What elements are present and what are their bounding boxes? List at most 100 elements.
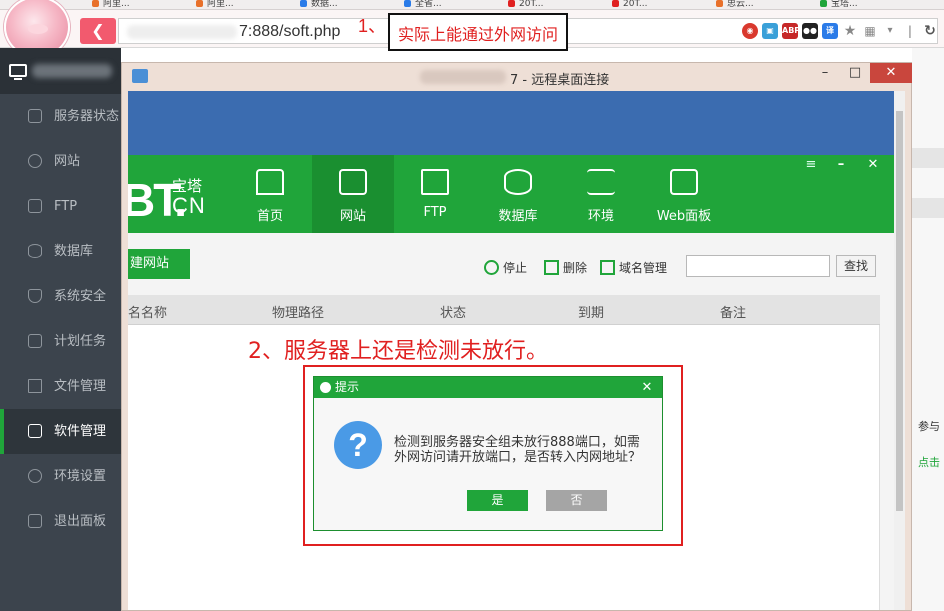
edit-icon: [600, 260, 615, 275]
sidebar-item-label: 环境设置: [54, 469, 107, 484]
site-table-header: 名名称 物理路径 状态 到期 备注: [128, 295, 880, 325]
sidebar-item-website[interactable]: 网站: [0, 139, 121, 184]
url-text: 7:888/soft.php: [239, 23, 341, 40]
browser-address-row: ❮ 7:888/soft.php 1、 实际上能通过外网访问 ◉ ▣ ABP ●…: [0, 0, 944, 58]
globe-icon: [28, 154, 42, 168]
database-icon: [504, 169, 532, 195]
sidebar-item-software[interactable]: 软件管理: [0, 409, 121, 454]
column-header[interactable]: 备注: [720, 302, 746, 321]
browser-tab[interactable]: 20T...: [508, 0, 604, 9]
background-page-edge: 参与 点击: [912, 48, 944, 611]
browser-tab[interactable]: 数据...: [300, 0, 396, 9]
scroll-thumb[interactable]: [896, 111, 903, 511]
home-icon: [28, 109, 42, 123]
sidebar-header: [0, 48, 121, 94]
website-icon: [339, 169, 367, 195]
folder-icon: [421, 169, 449, 195]
nav-database[interactable]: 数据库: [477, 155, 559, 233]
sidebar-item-database[interactable]: 数据库: [0, 229, 121, 274]
sidebar-item-server-status[interactable]: 服务器状态: [0, 94, 121, 139]
nav-website[interactable]: 网站: [312, 155, 394, 233]
yes-button[interactable]: 是: [467, 490, 528, 511]
screenshot-root: 阿里... 阿里... 数据... 全省... 20T... 20T... 思云…: [0, 0, 944, 611]
delete-button[interactable]: 删除: [544, 259, 587, 276]
new-site-button[interactable]: 建网站: [128, 249, 190, 279]
sidebar-item-label: 系统安全: [54, 289, 107, 304]
remote-desktop-background: [128, 91, 894, 155]
browser-tab[interactable]: 全省...: [404, 0, 500, 9]
menu-icon[interactable]: ≡: [798, 155, 824, 175]
nav-home[interactable]: 首页: [229, 155, 311, 233]
browser-tab[interactable]: 思云...: [716, 0, 812, 9]
glasses-icon[interactable]: ●●: [802, 23, 818, 39]
nav-ftp[interactable]: FTP: [394, 155, 476, 233]
domain-manage-button[interactable]: 域名管理: [600, 259, 667, 276]
rdp-title-bar: 7 - 远程桌面连接 – □ ✕: [122, 63, 912, 91]
no-button[interactable]: 否: [546, 490, 607, 511]
browser-tab[interactable]: 阿里...: [196, 0, 292, 9]
chevron-left-icon: ❮: [91, 21, 105, 40]
browser-tab[interactable]: 阿里...: [92, 0, 188, 9]
database-icon: [28, 244, 42, 258]
monitor-icon: [9, 64, 27, 80]
nav-label: 网站: [339, 209, 366, 224]
screenshot-icon[interactable]: ▣: [762, 23, 778, 39]
browser-tab-label: 阿里...: [103, 0, 130, 9]
redacted-host: [127, 25, 237, 39]
sidebar-item-label: 服务器状态: [54, 109, 120, 124]
browser-tab[interactable]: 20T...: [612, 0, 708, 9]
column-header[interactable]: 状态: [440, 302, 466, 321]
bt-close-button[interactable]: ✕: [860, 155, 886, 175]
nav-environment[interactable]: 环境: [560, 155, 642, 233]
background-bar: [912, 148, 944, 168]
chevron-down-icon[interactable]: ▾: [882, 23, 898, 39]
column-header[interactable]: 到期: [578, 302, 604, 321]
column-header[interactable]: 物理路径: [272, 302, 324, 321]
sidebar-item-ftp[interactable]: FTP: [0, 184, 121, 229]
rdp-scrollbar[interactable]: [894, 91, 905, 610]
nav-label: FTP: [423, 205, 447, 220]
column-header[interactable]: 名名称: [128, 302, 167, 321]
browser-tab-label: 宝塔...: [831, 0, 858, 9]
search-button[interactable]: 查找: [836, 255, 876, 277]
sidebar-item-label: 退出面板: [54, 514, 107, 529]
translate-icon[interactable]: 译: [822, 23, 838, 39]
sidebar-item-files[interactable]: 文件管理: [0, 364, 121, 409]
browser-tab[interactable]: 宝塔...: [820, 0, 916, 9]
browser-tab-label: 全省...: [415, 0, 442, 9]
dialog-close-button[interactable]: ✕: [632, 377, 662, 398]
weibo-icon[interactable]: ◉: [742, 23, 758, 39]
annotation-1-number: 1、: [358, 16, 387, 36]
rdp-minimize-button[interactable]: –: [812, 63, 838, 83]
nav-label: 数据库: [498, 209, 538, 224]
refresh-icon[interactable]: ↻: [922, 23, 938, 39]
adblock-icon[interactable]: ABP: [782, 23, 800, 39]
ftp-icon: [28, 199, 42, 213]
star-icon[interactable]: ★: [842, 23, 858, 39]
bt-logo-cn: CN: [172, 193, 206, 218]
stop-button[interactable]: 停止: [484, 259, 527, 276]
stop-icon: [484, 260, 499, 275]
redacted-server-name: [32, 64, 112, 78]
sidebar-item-logout[interactable]: 退出面板: [0, 499, 121, 544]
nav-label: 环境: [587, 209, 614, 224]
panel-sidebar: 服务器状态 网站 FTP 数据库 系统安全 计划任务 文件管理 软件管理 环境设…: [0, 48, 121, 611]
dialog-title: 提示: [335, 380, 360, 394]
search-input[interactable]: [686, 255, 830, 277]
folder-icon: [28, 379, 42, 393]
bt-minimize-button[interactable]: –: [828, 155, 854, 175]
qr-icon[interactable]: ▦: [862, 23, 878, 39]
rdp-maximize-button[interactable]: □: [842, 63, 868, 83]
question-icon: ?: [334, 421, 382, 469]
back-button[interactable]: ❮: [80, 18, 116, 44]
bt-top-nav: BT. 宝塔 CN 首页 网站 FTP 数据库 环境 Web面板 ≡ – ✕: [128, 155, 894, 233]
divider: |: [907, 24, 913, 38]
rdp-close-button[interactable]: ✕: [870, 63, 912, 83]
nav-label: 首页: [256, 209, 283, 224]
sidebar-item-security[interactable]: 系统安全: [0, 274, 121, 319]
sidebar-item-cron[interactable]: 计划任务: [0, 319, 121, 364]
sidebar-item-settings[interactable]: 环境设置: [0, 454, 121, 499]
browser-tab-label: 思云...: [727, 0, 754, 9]
nav-web-panel[interactable]: Web面板: [643, 155, 725, 233]
background-link[interactable]: 点击: [918, 454, 940, 470]
